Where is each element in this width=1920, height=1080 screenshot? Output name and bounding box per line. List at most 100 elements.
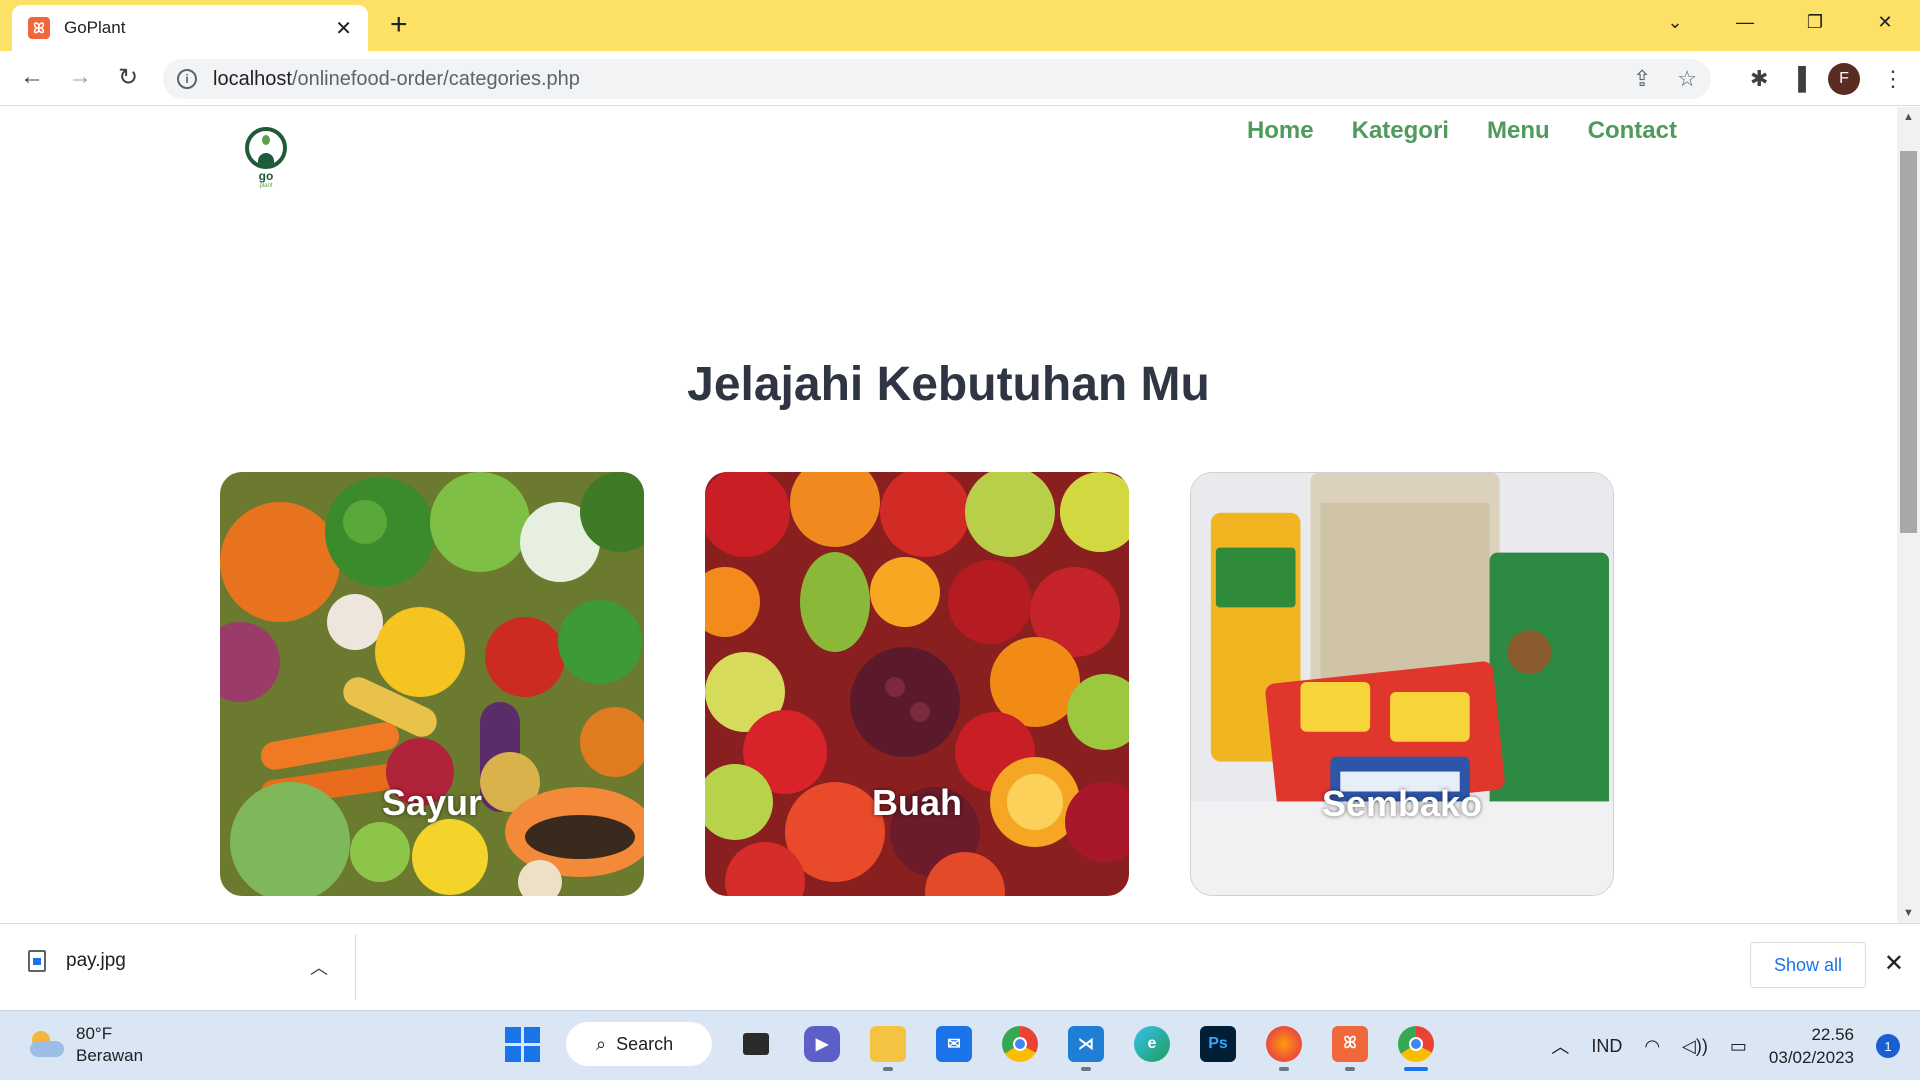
chat-icon: ▶ <box>804 1026 840 1062</box>
close-download-shelf-icon[interactable]: ✕ <box>1884 949 1904 978</box>
mail-button[interactable]: ✉ <box>932 1021 976 1067</box>
scroll-up-icon[interactable]: ▲ <box>1903 111 1914 123</box>
show-all-button[interactable]: Show all <box>1750 942 1866 988</box>
back-icon[interactable]: ← <box>16 63 48 91</box>
firefox-icon <box>1266 1026 1302 1062</box>
edge-button[interactable]: e <box>1130 1021 1174 1067</box>
mail-icon: ✉ <box>936 1026 972 1062</box>
image-file-icon <box>28 950 46 972</box>
notification-badge[interactable]: 1 <box>1876 1034 1900 1058</box>
weather-widget[interactable]: 80°F Berawan <box>26 1023 143 1067</box>
page-viewport: go plant Home Kategori Menu Contact Jela… <box>0 107 1897 923</box>
goplant-logo-icon <box>245 127 287 169</box>
menu-kebab-icon[interactable]: ⋮ <box>1882 66 1904 92</box>
bookmark-star-icon[interactable]: ☆ <box>1677 66 1697 92</box>
divider <box>355 934 356 1000</box>
profile-avatar[interactable]: F <box>1828 63 1860 95</box>
taskbar-search-label: Search <box>616 1033 674 1054</box>
xampp-favicon-icon: ꕤ <box>28 17 50 39</box>
share-icon[interactable]: ⇪ <box>1633 66 1651 92</box>
battery-icon[interactable]: ▭ <box>1730 1036 1747 1057</box>
vscode-button[interactable]: ⋊ <box>1064 1021 1108 1071</box>
start-button[interactable] <box>500 1021 544 1067</box>
url-path: /onlinefood-order/categories.php <box>291 67 580 90</box>
tab-search-chevron-icon[interactable]: ⌄ <box>1640 0 1710 44</box>
nav-kategori[interactable]: Kategori <box>1352 117 1449 145</box>
scroll-down-icon[interactable]: ▼ <box>1903 907 1914 919</box>
browser-toolbar: ← → ↻ i localhost/onlinefood-order/categ… <box>0 51 1920 106</box>
edge-icon: e <box>1134 1026 1170 1062</box>
browser-tab-strip: ꕤ GoPlant ✕ + ⌄ — ❐ ✕ <box>0 0 1920 51</box>
show-hidden-icons-icon[interactable]: ︿ <box>1551 1033 1569 1059</box>
chrome-profile-icon <box>1398 1026 1434 1062</box>
category-label-sembako: Sembako <box>1321 783 1483 824</box>
windows-taskbar: 80°F Berawan ⌕ Search ▶ ✉ ⋊ e Ps ꕤ ︿ IND… <box>0 1010 1920 1080</box>
staples-image <box>1191 473 1613 895</box>
download-shelf: pay.jpg ︿ Show all ✕ <box>0 923 1920 1010</box>
chevron-up-icon[interactable]: ︿ <box>310 954 328 980</box>
site-logo[interactable]: go plant <box>243 127 289 189</box>
taskbar-apps: ⌕ Search ▶ ✉ ⋊ e Ps ꕤ <box>500 1021 1438 1071</box>
wifi-icon[interactable]: ◠ <box>1644 1036 1660 1057</box>
category-label-sayur: Sayur <box>381 782 483 823</box>
logo-subtext: plant <box>259 183 273 189</box>
xampp-icon: ꕤ <box>1332 1026 1368 1062</box>
system-tray: ︿ IND ◠ ◁)) ▭ 22.56 03/02/2023 1 <box>1551 1023 1900 1069</box>
taskbar-search[interactable]: ⌕ Search <box>566 1022 712 1066</box>
page-title: Jelajahi Kebutuhan Mu <box>687 358 1210 411</box>
side-panel-icon[interactable]: ▐ <box>1790 66 1806 92</box>
address-bar[interactable]: i localhost/onlinefood-order/categories.… <box>163 59 1711 99</box>
firefox-button[interactable] <box>1262 1021 1306 1071</box>
scrollbar-thumb[interactable] <box>1900 151 1917 533</box>
logo-text: go <box>258 169 274 183</box>
new-tab-icon[interactable]: + <box>390 8 408 42</box>
weather-condition: Berawan <box>76 1046 144 1065</box>
nav-menu[interactable]: Menu <box>1487 117 1550 145</box>
task-view-icon <box>743 1033 769 1055</box>
teams-chat-button[interactable]: ▶ <box>800 1021 844 1067</box>
window-controls: ⌄ — ❐ ✕ <box>1640 0 1920 44</box>
volume-icon[interactable]: ◁)) <box>1682 1036 1708 1057</box>
vegetables-image <box>220 472 644 896</box>
clock-date: 03/02/2023 <box>1768 1048 1854 1067</box>
tab-title: GoPlant <box>64 18 126 37</box>
minimize-icon[interactable]: — <box>1710 0 1780 44</box>
category-card-sayur[interactable]: Sayur <box>220 472 644 896</box>
category-label-buah: Buah <box>872 782 962 823</box>
folder-icon <box>870 1026 906 1062</box>
tab-close-icon[interactable]: ✕ <box>335 16 352 41</box>
chrome-profile-button[interactable] <box>1394 1021 1438 1071</box>
task-view-button[interactable] <box>734 1021 778 1067</box>
download-file-name: pay.jpg <box>66 950 126 971</box>
fruits-image <box>705 472 1129 896</box>
clock[interactable]: 22.56 03/02/2023 <box>1769 1023 1854 1069</box>
extensions-icon[interactable]: ✱ <box>1750 66 1768 92</box>
reload-icon[interactable]: ↻ <box>112 63 144 92</box>
windows-start-icon <box>504 1026 540 1062</box>
page-scrollbar[interactable]: ▲ ▼ <box>1897 107 1920 923</box>
restore-icon[interactable]: ❐ <box>1780 0 1850 44</box>
search-icon: ⌕ <box>596 1033 607 1054</box>
forward-icon[interactable]: → <box>64 63 96 91</box>
category-card-buah[interactable]: Buah <box>705 472 1129 896</box>
input-language[interactable]: IND <box>1591 1036 1622 1057</box>
url-host: localhost <box>213 67 292 90</box>
main-nav: Home Kategori Menu Contact <box>1247 117 1677 145</box>
xampp-button[interactable]: ꕤ <box>1328 1021 1372 1071</box>
browser-tab[interactable]: ꕤ GoPlant ✕ <box>12 5 368 51</box>
partly-cloudy-icon <box>26 1031 64 1059</box>
photoshop-button[interactable]: Ps <box>1196 1021 1240 1067</box>
photoshop-icon: Ps <box>1200 1026 1236 1062</box>
download-item[interactable]: pay.jpg <box>28 950 126 972</box>
weather-temp: 80°F <box>76 1024 113 1043</box>
nav-contact[interactable]: Contact <box>1588 117 1677 145</box>
category-card-sembako[interactable]: Sembako <box>1190 472 1614 896</box>
site-info-icon[interactable]: i <box>177 69 197 89</box>
nav-home[interactable]: Home <box>1247 117 1314 145</box>
vscode-icon: ⋊ <box>1068 1026 1104 1062</box>
clock-time: 22.56 <box>1811 1025 1854 1044</box>
chrome-button[interactable] <box>998 1021 1042 1067</box>
close-window-icon[interactable]: ✕ <box>1850 0 1920 44</box>
file-explorer-button[interactable] <box>866 1021 910 1071</box>
chrome-icon <box>1002 1026 1038 1062</box>
